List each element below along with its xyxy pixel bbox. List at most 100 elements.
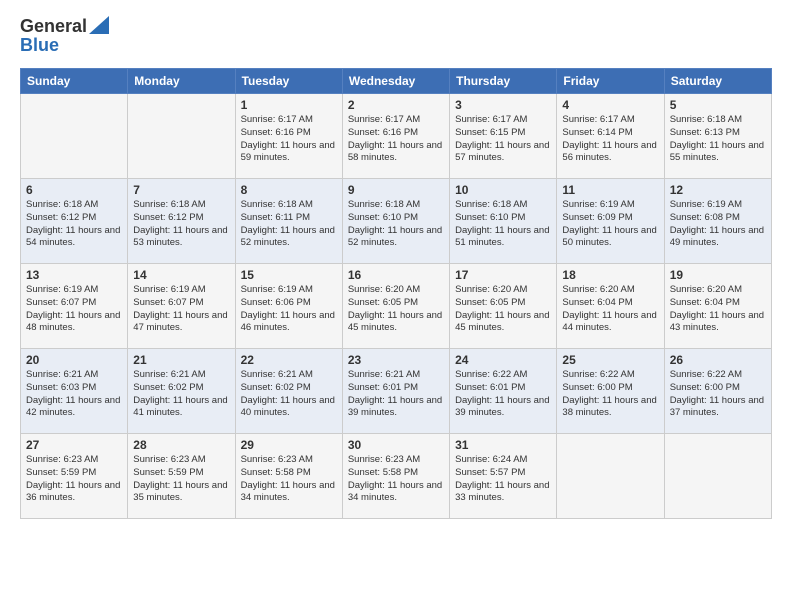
day-number: 15 xyxy=(241,268,337,282)
day-number: 22 xyxy=(241,353,337,367)
calendar-cell: 29 Sunrise: 6:23 AMSunset: 5:58 PMDayligh… xyxy=(235,434,342,519)
calendar-cell: 21 Sunrise: 6:21 AMSunset: 6:02 PMDayligh… xyxy=(128,349,235,434)
calendar-cell: 12 Sunrise: 6:19 AMSunset: 6:08 PMDayligh… xyxy=(664,179,771,264)
day-info: Sunrise: 6:18 AMSunset: 6:13 PMDaylight:… xyxy=(670,114,766,165)
day-info: Sunrise: 6:20 AMSunset: 6:05 PMDaylight:… xyxy=(455,284,551,335)
day-info: Sunrise: 6:19 AMSunset: 6:07 PMDaylight:… xyxy=(26,284,122,335)
calendar-cell: 14 Sunrise: 6:19 AMSunset: 6:07 PMDayligh… xyxy=(128,264,235,349)
day-number: 29 xyxy=(241,438,337,452)
weekday-header-tuesday: Tuesday xyxy=(235,69,342,94)
day-info: Sunrise: 6:20 AMSunset: 6:04 PMDaylight:… xyxy=(562,284,658,335)
calendar-cell: 3 Sunrise: 6:17 AMSunset: 6:15 PMDaylight… xyxy=(450,94,557,179)
calendar-week-row: 6 Sunrise: 6:18 AMSunset: 6:12 PMDaylight… xyxy=(21,179,772,264)
day-info: Sunrise: 6:20 AMSunset: 6:04 PMDaylight:… xyxy=(670,284,766,335)
weekday-header-wednesday: Wednesday xyxy=(342,69,449,94)
day-info: Sunrise: 6:21 AMSunset: 6:01 PMDaylight:… xyxy=(348,369,444,420)
header: General Blue xyxy=(20,16,772,56)
day-number: 6 xyxy=(26,183,122,197)
day-info: Sunrise: 6:17 AMSunset: 6:16 PMDaylight:… xyxy=(241,114,337,165)
calendar-cell: 8Sunrise: 6:18 AMSunset: 6:11 PMDaylight… xyxy=(235,179,342,264)
calendar-cell xyxy=(21,94,128,179)
calendar-cell: 7Sunrise: 6:18 AMSunset: 6:12 PMDaylight… xyxy=(128,179,235,264)
weekday-header-monday: Monday xyxy=(128,69,235,94)
calendar-cell xyxy=(557,434,664,519)
day-number: 30 xyxy=(348,438,444,452)
day-info: Sunrise: 6:19 AMSunset: 6:08 PMDaylight:… xyxy=(670,199,766,250)
calendar-cell: 19 Sunrise: 6:20 AMSunset: 6:04 PMDayligh… xyxy=(664,264,771,349)
day-info: Sunrise: 6:17 AMSunset: 6:14 PMDaylight:… xyxy=(562,114,658,165)
day-number: 27 xyxy=(26,438,122,452)
day-info: Sunrise: 6:21 AMSunset: 6:02 PMDaylight:… xyxy=(133,369,229,420)
calendar-cell: 16Sunrise: 6:20 AMSunset: 6:05 PMDayligh… xyxy=(342,264,449,349)
calendar-cell: 27 Sunrise: 6:23 AMSunset: 5:59 PMDayligh… xyxy=(21,434,128,519)
day-info: Sunrise: 6:19 AMSunset: 6:06 PMDaylight:… xyxy=(241,284,337,335)
calendar-cell: 15 Sunrise: 6:19 AMSunset: 6:06 PMDayligh… xyxy=(235,264,342,349)
day-info: Sunrise: 6:23 AMSunset: 5:59 PMDaylight:… xyxy=(26,454,122,505)
calendar-page: General Blue SundayMondayTuesdayWednesda… xyxy=(0,0,792,612)
day-number: 24 xyxy=(455,353,551,367)
day-number: 23 xyxy=(348,353,444,367)
day-number: 16 xyxy=(348,268,444,282)
calendar-table: SundayMondayTuesdayWednesdayThursdayFrid… xyxy=(20,68,772,519)
day-number: 26 xyxy=(670,353,766,367)
day-number: 28 xyxy=(133,438,229,452)
day-number: 25 xyxy=(562,353,658,367)
day-info: Sunrise: 6:21 AMSunset: 6:03 PMDaylight:… xyxy=(26,369,122,420)
weekday-header-sunday: Sunday xyxy=(21,69,128,94)
day-info: Sunrise: 6:17 AMSunset: 6:15 PMDaylight:… xyxy=(455,114,551,165)
weekday-header-thursday: Thursday xyxy=(450,69,557,94)
weekday-header-saturday: Saturday xyxy=(664,69,771,94)
day-info: Sunrise: 6:18 AMSunset: 6:10 PMDaylight:… xyxy=(455,199,551,250)
calendar-cell: 25 Sunrise: 6:22 AMSunset: 6:00 PMDayligh… xyxy=(557,349,664,434)
calendar-cell: 11 Sunrise: 6:19 AMSunset: 6:09 PMDayligh… xyxy=(557,179,664,264)
day-info: Sunrise: 6:23 AMSunset: 5:58 PMDaylight:… xyxy=(348,454,444,505)
day-number: 5 xyxy=(670,98,766,112)
calendar-cell xyxy=(128,94,235,179)
day-number: 4 xyxy=(562,98,658,112)
logo-general-text: General xyxy=(20,16,87,37)
calendar-week-row: 1Sunrise: 6:17 AMSunset: 6:16 PMDaylight… xyxy=(21,94,772,179)
day-number: 7 xyxy=(133,183,229,197)
day-number: 21 xyxy=(133,353,229,367)
day-info: Sunrise: 6:23 AMSunset: 5:59 PMDaylight:… xyxy=(133,454,229,505)
calendar-cell xyxy=(664,434,771,519)
day-number: 3 xyxy=(455,98,551,112)
calendar-cell: 18Sunrise: 6:20 AMSunset: 6:04 PMDayligh… xyxy=(557,264,664,349)
day-info: Sunrise: 6:24 AMSunset: 5:57 PMDaylight:… xyxy=(455,454,551,505)
day-info: Sunrise: 6:19 AMSunset: 6:07 PMDaylight:… xyxy=(133,284,229,335)
calendar-week-row: 13Sunrise: 6:19 AMSunset: 6:07 PMDayligh… xyxy=(21,264,772,349)
day-number: 31 xyxy=(455,438,551,452)
day-info: Sunrise: 6:22 AMSunset: 6:00 PMDaylight:… xyxy=(670,369,766,420)
calendar-cell: 17 Sunrise: 6:20 AMSunset: 6:05 PMDayligh… xyxy=(450,264,557,349)
day-number: 14 xyxy=(133,268,229,282)
day-info: Sunrise: 6:21 AMSunset: 6:02 PMDaylight:… xyxy=(241,369,337,420)
day-number: 17 xyxy=(455,268,551,282)
calendar-cell: 24 Sunrise: 6:22 AMSunset: 6:01 PMDayligh… xyxy=(450,349,557,434)
logo: General Blue xyxy=(20,16,109,56)
day-number: 20 xyxy=(26,353,122,367)
day-number: 11 xyxy=(562,183,658,197)
day-info: Sunrise: 6:22 AMSunset: 6:01 PMDaylight:… xyxy=(455,369,551,420)
day-number: 19 xyxy=(670,268,766,282)
calendar-cell: 9 Sunrise: 6:18 AMSunset: 6:10 PMDaylight… xyxy=(342,179,449,264)
calendar-header-row: SundayMondayTuesdayWednesdayThursdayFrid… xyxy=(21,69,772,94)
calendar-cell: 1Sunrise: 6:17 AMSunset: 6:16 PMDaylight… xyxy=(235,94,342,179)
day-number: 8 xyxy=(241,183,337,197)
day-info: Sunrise: 6:19 AMSunset: 6:09 PMDaylight:… xyxy=(562,199,658,250)
calendar-cell: 13Sunrise: 6:19 AMSunset: 6:07 PMDayligh… xyxy=(21,264,128,349)
day-number: 9 xyxy=(348,183,444,197)
day-info: Sunrise: 6:23 AMSunset: 5:58 PMDaylight:… xyxy=(241,454,337,505)
weekday-header-friday: Friday xyxy=(557,69,664,94)
calendar-week-row: 20 Sunrise: 6:21 AMSunset: 6:03 PMDayligh… xyxy=(21,349,772,434)
calendar-cell: 2Sunrise: 6:17 AMSunset: 6:16 PMDaylight… xyxy=(342,94,449,179)
calendar-cell: 22 Sunrise: 6:21 AMSunset: 6:02 PMDayligh… xyxy=(235,349,342,434)
day-info: Sunrise: 6:17 AMSunset: 6:16 PMDaylight:… xyxy=(348,114,444,165)
calendar-cell: 20 Sunrise: 6:21 AMSunset: 6:03 PMDayligh… xyxy=(21,349,128,434)
day-info: Sunrise: 6:18 AMSunset: 6:12 PMDaylight:… xyxy=(26,199,122,250)
calendar-cell: 28 Sunrise: 6:23 AMSunset: 5:59 PMDayligh… xyxy=(128,434,235,519)
calendar-week-row: 27 Sunrise: 6:23 AMSunset: 5:59 PMDayligh… xyxy=(21,434,772,519)
day-number: 12 xyxy=(670,183,766,197)
day-info: Sunrise: 6:18 AMSunset: 6:10 PMDaylight:… xyxy=(348,199,444,250)
logo-icon xyxy=(89,16,109,34)
day-info: Sunrise: 6:22 AMSunset: 6:00 PMDaylight:… xyxy=(562,369,658,420)
